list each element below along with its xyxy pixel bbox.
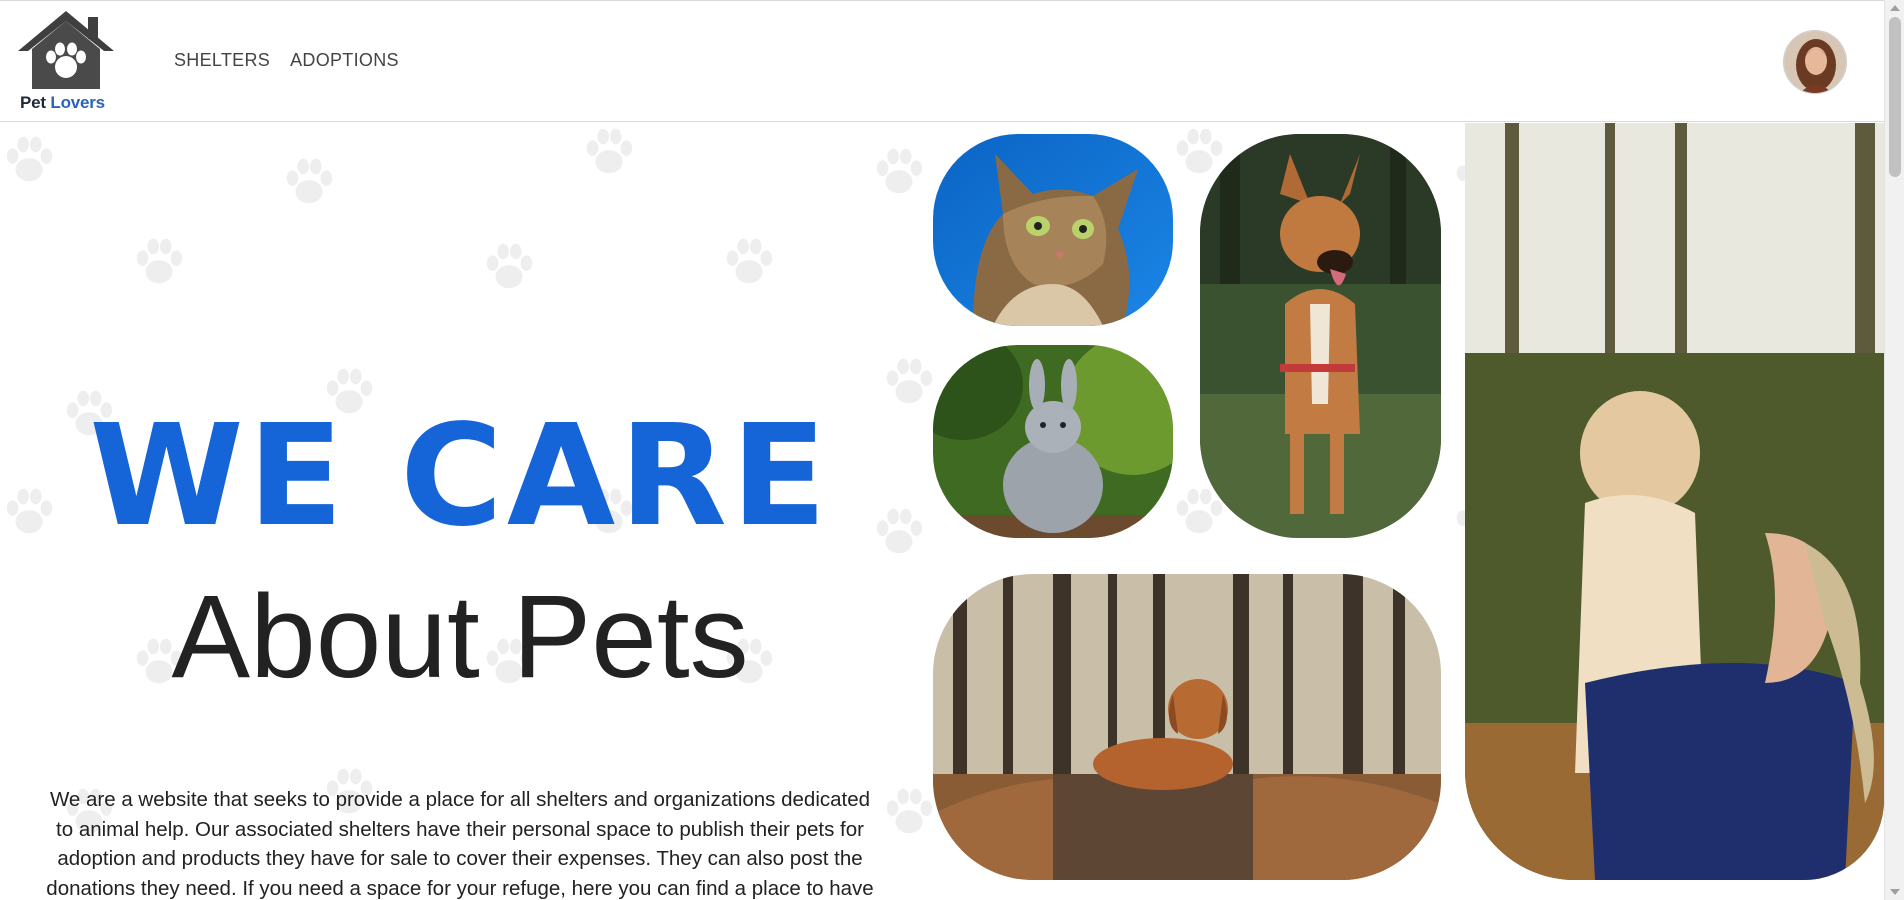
scroll-down-icon[interactable] (1890, 889, 1900, 895)
photo-cat (933, 134, 1173, 326)
scroll-up-icon[interactable] (1890, 5, 1900, 11)
paw-print-icon (876, 148, 923, 194)
brand-name-part1: Pet (20, 93, 46, 112)
paw-print-icon (886, 788, 933, 834)
hero-description: We are a website that seeks to provide a… (46, 788, 874, 900)
paw-print-icon (136, 238, 183, 284)
paw-print-icon (286, 158, 333, 204)
paw-print-icon (726, 238, 773, 284)
photo-dog (1200, 134, 1441, 538)
brand-name-part2: Lovers (50, 93, 105, 112)
avatar-image (1784, 31, 1846, 93)
photo-woman-hugging-dog (1465, 123, 1884, 880)
main-nav: SHELTERS ADOPTIONS (174, 50, 399, 71)
house-paw-icon (18, 11, 114, 89)
brand-name: Pet Lovers (20, 93, 105, 113)
paw-print-icon (586, 128, 633, 174)
top-navbar: Pet Lovers SHELTERS ADOPTIONS (0, 0, 1884, 122)
nav-shelters-link[interactable]: SHELTERS (174, 50, 270, 71)
brand-logo[interactable]: Pet Lovers (14, 7, 118, 115)
paw-print-icon (486, 243, 533, 289)
paw-print-icon (6, 136, 53, 182)
headline-we-care: WE CARE (89, 395, 831, 558)
scroll-thumb[interactable] (1889, 17, 1901, 177)
paw-print-icon (886, 358, 933, 404)
headline-about-pets: About Pets (171, 571, 749, 703)
photo-rabbit (933, 345, 1173, 538)
nav-adoptions-link[interactable]: ADOPTIONS (290, 50, 399, 71)
paw-print-icon (1176, 128, 1223, 174)
photo-dog-in-forest (933, 574, 1441, 880)
page-scrollbar[interactable] (1884, 0, 1904, 900)
hero-section: WE CARE About Pets We are a website that… (0, 123, 1884, 900)
user-avatar[interactable] (1783, 30, 1847, 94)
